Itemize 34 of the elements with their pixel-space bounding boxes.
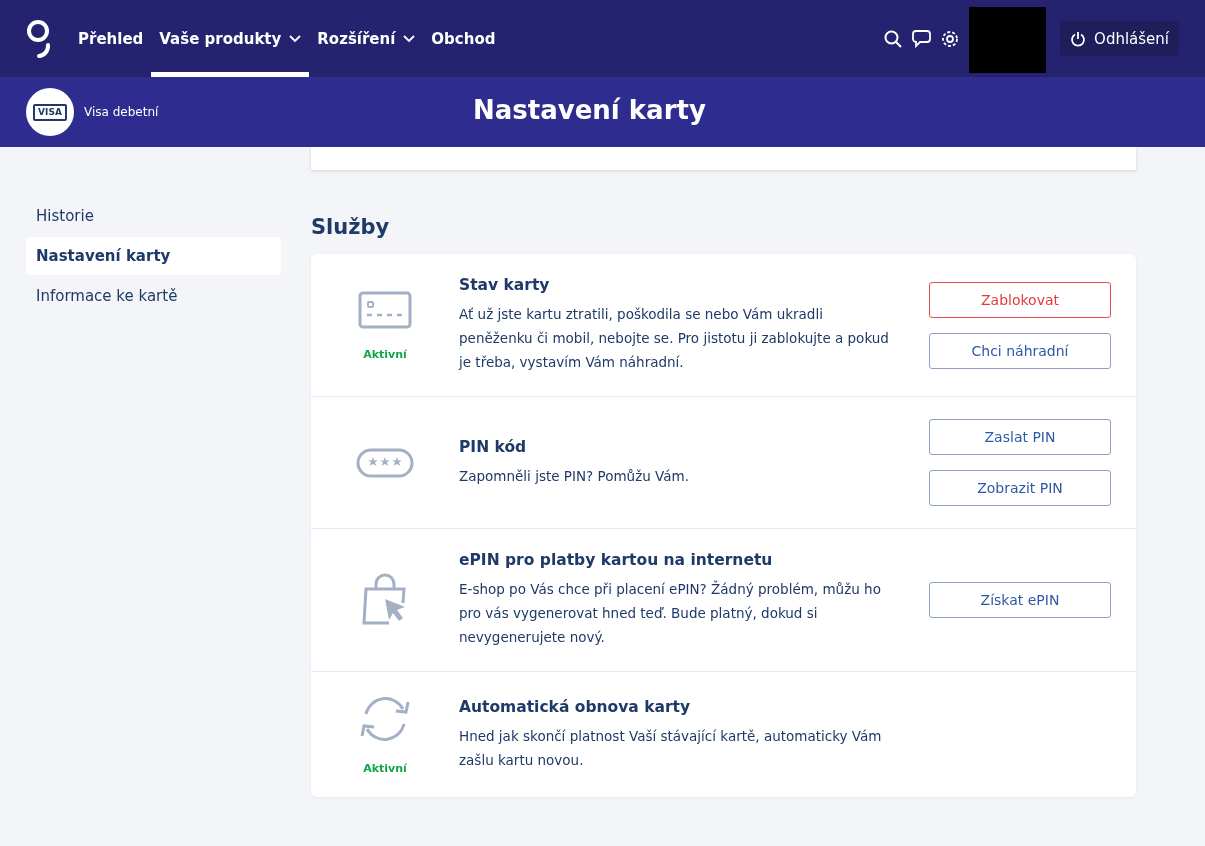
logo-icon[interactable] bbox=[26, 18, 52, 59]
service-title: Automatická obnova karty bbox=[459, 697, 692, 716]
service-title: Stav karty bbox=[459, 276, 551, 294]
nav-tab[interactable]: Rozšíření bbox=[309, 0, 424, 77]
action-button[interactable]: Zablokovat bbox=[929, 281, 1111, 318]
service-description: Ať už jste kartu ztratili, poškodila se nebo Vám ukradli peněženku či mobil, nebojte se. Pro jistotu ji zablokujte a pokud je třeba, vystavím Vám náhradní. bbox=[459, 305, 889, 372]
service-title: ePIN pro platby kartou na internetu bbox=[459, 551, 774, 569]
service-description: Hned jak skončí platnost Vaší stávající kartě, automaticky Vám zašlu kartu novou. bbox=[459, 726, 883, 770]
service-description: E-shop po Vás chce při placení ePIN? Žádný problém, můžu ho pro vás vygenerovat hned teď. Bude platný, dokud si nevygenerujete nový. bbox=[459, 579, 882, 647]
power-icon bbox=[1070, 30, 1087, 47]
search-icon[interactable] bbox=[884, 29, 903, 48]
action-button[interactable]: Zaslat PIN bbox=[929, 419, 1111, 455]
logout-button[interactable]: Odhlášení bbox=[1060, 21, 1179, 56]
shopping-bag-cursor-icon bbox=[361, 573, 409, 627]
nav-tab[interactable]: Přehled bbox=[70, 0, 152, 77]
status-label: Aktivní bbox=[363, 762, 407, 775]
password-icon bbox=[356, 446, 414, 479]
nav-tab[interactable]: Obchod bbox=[423, 0, 504, 77]
service-title: PIN kód bbox=[459, 437, 528, 456]
section-title: Služby bbox=[311, 215, 391, 239]
sidebar-item[interactable]: Informace ke kartě bbox=[26, 277, 281, 315]
action-button[interactable]: Chci náhradní bbox=[929, 332, 1111, 369]
card-label: VISA bbox=[33, 103, 67, 121]
action-button[interactable]: Zobrazit PIN bbox=[929, 470, 1111, 506]
action-button[interactable]: Získat ePIN bbox=[929, 582, 1111, 618]
status-label: Aktivní bbox=[363, 347, 407, 361]
settings-icon[interactable] bbox=[941, 29, 960, 48]
page-title: Nastavení karty bbox=[473, 95, 706, 125]
product-name: Visa debetní bbox=[84, 105, 159, 119]
chat-icon[interactable] bbox=[912, 29, 932, 48]
service-description: Zapomněli jste PIN? Pomůžu Vám. bbox=[459, 466, 690, 486]
sidebar-item[interactable]: Nastavení karty bbox=[26, 237, 281, 275]
card-icon bbox=[357, 289, 413, 330]
sidebar-item[interactable]: Historie bbox=[26, 197, 281, 235]
